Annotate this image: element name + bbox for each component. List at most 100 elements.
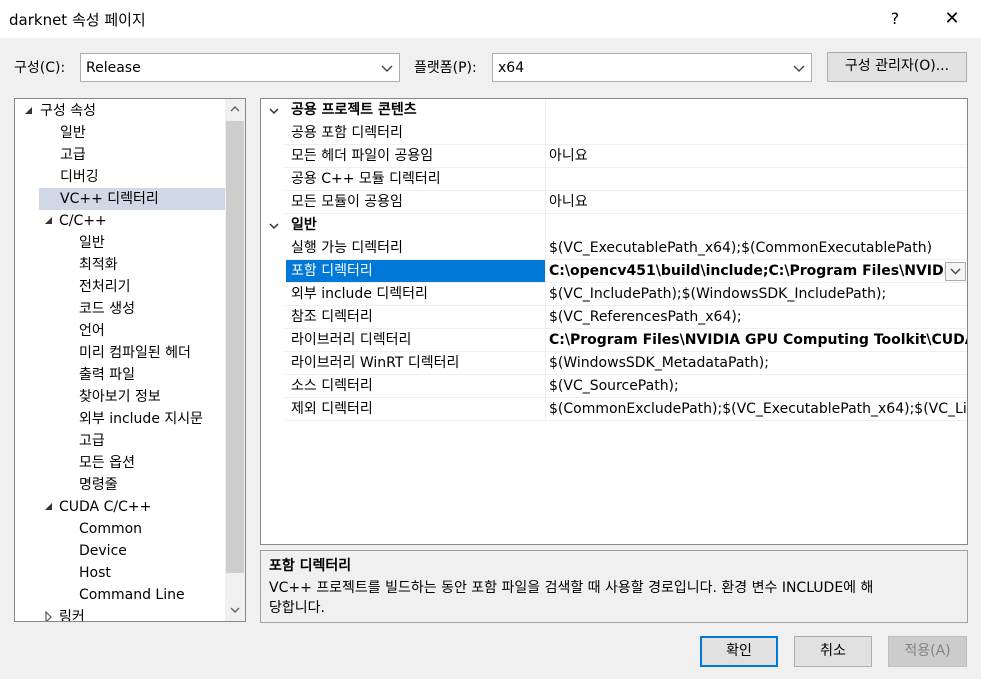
- close-button[interactable]: ✕: [933, 6, 971, 32]
- grid-column-divider[interactable]: [545, 99, 546, 421]
- grid-category[interactable]: 공용 프로젝트 콘텐츠: [261, 99, 967, 122]
- property-name: 포함 디렉터리: [286, 260, 545, 283]
- description-title: 포함 디렉터리: [269, 558, 352, 574]
- tree-item[interactable]: C/C++: [59, 210, 107, 232]
- description-panel: 포함 디렉터리 VC++ 프로젝트를 빌드하는 동안 포함 파일을 검색할 때 …: [260, 550, 968, 623]
- property-value[interactable]: C:\Program Files\NVIDIA GPU Computing To…: [549, 329, 967, 352]
- property-name: 공용 C++ 모듈 디렉터리: [291, 171, 441, 187]
- tree-item[interactable]: 코드 생성: [79, 298, 135, 320]
- description-text-2: 당합니다.: [269, 600, 325, 616]
- tree-item[interactable]: 언어: [79, 320, 105, 342]
- chevron-down-icon[interactable]: [268, 105, 280, 117]
- grid-row[interactable]: 모든 모듈이 공용임 아니요: [261, 191, 967, 214]
- property-name: 라이브러리 디렉터리: [291, 332, 412, 348]
- grid-row[interactable]: 외부 include 디렉터리 $(VC_IncludePath);$(Windo…: [261, 283, 967, 306]
- tree-item[interactable]: 전처리기: [79, 276, 131, 298]
- expanded-arrow-icon[interactable]: [43, 215, 55, 227]
- tree-item[interactable]: Command Line: [79, 584, 185, 606]
- property-name: 공용 포함 디렉터리: [291, 125, 403, 141]
- apply-button[interactable]: 적용(A): [888, 636, 967, 667]
- property-value[interactable]: 아니요: [549, 191, 967, 214]
- value-dropdown-button[interactable]: [945, 262, 966, 281]
- tree-item[interactable]: 출력 파일: [79, 364, 135, 386]
- tree-item[interactable]: 외부 include 지시문: [79, 408, 203, 430]
- tree-item[interactable]: 찾아보기 정보: [79, 386, 161, 408]
- property-value[interactable]: $(WindowsSDK_MetadataPath);: [549, 352, 967, 375]
- property-value[interactable]: $(CommonExcludePath);$(VC_ExecutablePath…: [549, 398, 967, 421]
- tree-item[interactable]: 일반: [60, 122, 86, 144]
- platform-label: 플랫폼(P):: [414, 60, 477, 76]
- tree-item[interactable]: 명령줄: [79, 474, 118, 496]
- tree-item[interactable]: 일반: [79, 232, 105, 254]
- property-name: 소스 디렉터리: [291, 378, 373, 394]
- property-name: 제외 디렉터리: [291, 401, 373, 417]
- tree-item[interactable]: Host: [79, 562, 111, 584]
- title-bar: darknet 속성 페이지 ? ✕: [0, 0, 981, 38]
- tree-item[interactable]: CUDA C/C++: [59, 496, 151, 518]
- grid-row[interactable]: 라이브러리 디렉터리 C:\Program Files\NVIDIA GPU Co…: [261, 329, 967, 352]
- config-manager-label: 구성 관리자(O)...: [844, 58, 950, 74]
- property-value[interactable]: $(VC_IncludePath);$(WindowsSDK_IncludePa…: [549, 283, 967, 306]
- window-title: darknet 속성 페이지: [9, 11, 146, 29]
- grid-row[interactable]: 공용 포함 디렉터리: [261, 122, 967, 145]
- grid-row[interactable]: 공용 C++ 모듈 디렉터리: [261, 168, 967, 191]
- cancel-label: 취소: [820, 643, 846, 659]
- tree-item[interactable]: 링커: [59, 606, 85, 621]
- tree-item[interactable]: 모든 옵션: [79, 452, 135, 474]
- property-name: 참조 디렉터리: [291, 309, 373, 325]
- grid-row[interactable]: 포함 디렉터리 C:\opencv451\build\include;C:\Pro…: [261, 260, 967, 283]
- config-manager-button[interactable]: 구성 관리자(O)...: [827, 52, 967, 82]
- chevron-down-icon: [791, 58, 807, 78]
- tree-item[interactable]: 최적화: [79, 254, 118, 276]
- expanded-arrow-icon[interactable]: [43, 501, 55, 513]
- chevron-down-icon: [379, 58, 395, 78]
- property-value[interactable]: C:\opencv451\build\include;C:\Program Fi…: [549, 260, 945, 283]
- tree-item[interactable]: VC++ 디렉터리: [39, 188, 245, 210]
- property-value[interactable]: [549, 168, 967, 191]
- property-name: 외부 include 디렉터리: [291, 286, 428, 302]
- config-combo[interactable]: Release: [80, 53, 400, 82]
- ok-button[interactable]: 확인: [700, 636, 778, 667]
- grid-row[interactable]: 참조 디렉터리 $(VC_ReferencesPath_x64);: [261, 306, 967, 329]
- scroll-up-icon[interactable]: [226, 100, 244, 118]
- tree-scroll-thumb[interactable]: [226, 121, 244, 573]
- tree-item[interactable]: Device: [79, 540, 127, 562]
- platform-combo[interactable]: x64: [492, 53, 812, 82]
- property-tree[interactable]: 구성 속성 일반 고급 디버깅 VC++ 디렉터리 C/C++ 일반 최적화 전처리기 코드 생성…: [14, 98, 246, 622]
- help-button[interactable]: ?: [879, 6, 911, 32]
- property-value[interactable]: $(VC_ExecutablePath_x64);$(CommonExecuta…: [549, 237, 967, 260]
- grid-row[interactable]: 실행 가능 디렉터리 $(VC_ExecutablePath_x64);$(Com…: [261, 237, 967, 260]
- grid-row[interactable]: 제외 디렉터리 $(CommonExcludePath);$(VC_Executa…: [261, 398, 967, 421]
- property-grid[interactable]: 공용 프로젝트 콘텐츠 공용 포함 디렉터리 모든 헤더 파일이 공용임 아니요 공용 …: [260, 98, 968, 545]
- grid-category-label: 공용 프로젝트 콘텐츠: [291, 102, 417, 118]
- property-name: 모든 모듈이 공용임: [291, 194, 403, 210]
- tree-item[interactable]: 고급: [60, 144, 86, 166]
- grid-row[interactable]: 모든 헤더 파일이 공용임 아니요: [261, 145, 967, 168]
- tree-item[interactable]: 미리 컴파일된 헤더: [79, 342, 191, 364]
- grid-category-label: 일반: [291, 217, 317, 233]
- tree-item[interactable]: 디버깅: [60, 166, 99, 188]
- collapsed-arrow-icon[interactable]: [43, 611, 55, 621]
- property-name: 실행 가능 디렉터리: [291, 240, 403, 256]
- ok-label: 확인: [726, 643, 752, 659]
- description-text-1: VC++ 프로젝트를 빌드하는 동안 포함 파일을 검색할 때 사용할 경로입니…: [269, 580, 874, 596]
- property-value[interactable]: $(VC_SourcePath);: [549, 375, 967, 398]
- grid-row[interactable]: 소스 디렉터리 $(VC_SourcePath);: [261, 375, 967, 398]
- platform-value: x64: [498, 60, 525, 76]
- cancel-button[interactable]: 취소: [794, 636, 872, 667]
- expanded-arrow-icon[interactable]: [23, 105, 35, 117]
- scroll-down-icon[interactable]: [226, 601, 244, 619]
- property-name: 모든 헤더 파일이 공용임: [291, 148, 434, 164]
- tree-item[interactable]: Common: [79, 518, 142, 540]
- property-value[interactable]: $(VC_ReferencesPath_x64);: [549, 306, 967, 329]
- chevron-down-icon[interactable]: [268, 220, 280, 232]
- tree-item[interactable]: 고급: [79, 430, 105, 452]
- property-value[interactable]: [549, 122, 967, 145]
- property-value[interactable]: 아니요: [549, 145, 967, 168]
- grid-category[interactable]: 일반: [261, 214, 967, 237]
- config-value: Release: [86, 60, 141, 76]
- grid-row[interactable]: 라이브러리 WinRT 디렉터리 $(WindowsSDK_MetadataPat…: [261, 352, 967, 375]
- grid-row-divider: [285, 420, 967, 421]
- config-label: 구성(C):: [14, 60, 66, 76]
- tree-item[interactable]: 구성 속성: [40, 100, 96, 122]
